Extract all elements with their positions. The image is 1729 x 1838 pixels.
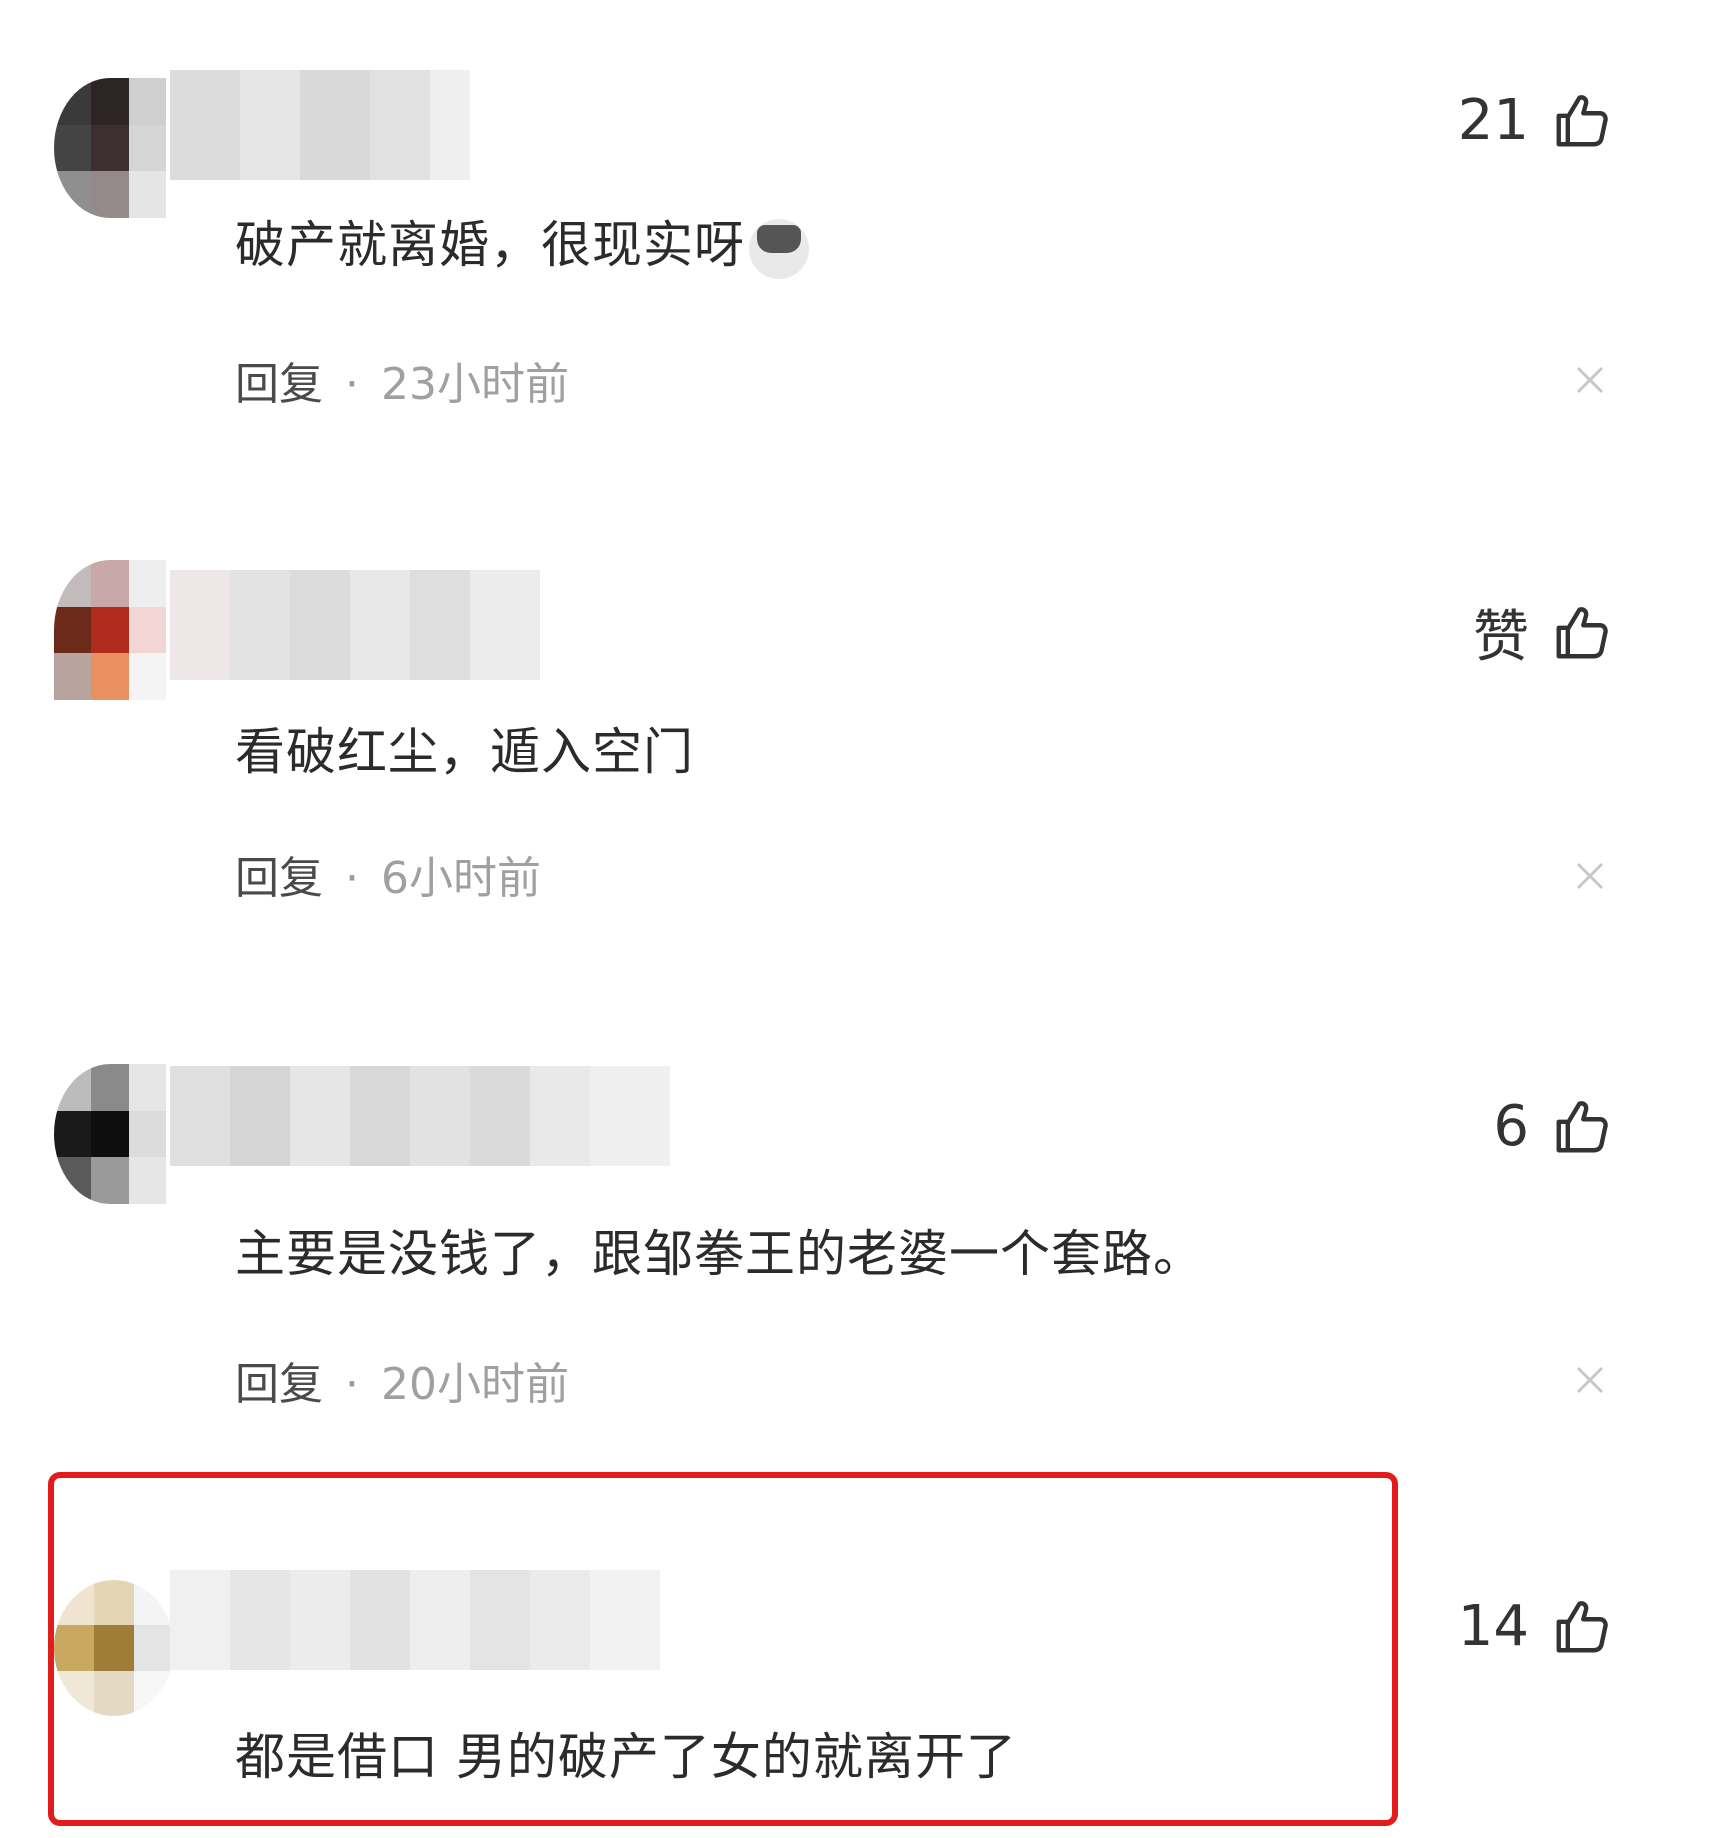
comment-text: 都是借口 男的破产了女的就离开了 — [235, 1728, 1017, 1786]
thumbs-up-icon — [1556, 1100, 1608, 1152]
close-icon[interactable] — [1572, 858, 1608, 894]
comment-time: 6小时前 — [381, 853, 541, 904]
blurred-username — [170, 570, 540, 680]
close-icon[interactable] — [1572, 1362, 1608, 1398]
reply-button[interactable]: 回复 — [235, 853, 323, 904]
like-count: 6 — [1493, 1094, 1529, 1159]
blurred-username — [170, 70, 470, 180]
like-button[interactable]: 14 — [1458, 1594, 1613, 1659]
meta-separator: · — [345, 359, 359, 410]
comment-time: 20小时前 — [381, 1359, 569, 1410]
close-icon[interactable] — [1572, 362, 1608, 398]
avatar[interactable] — [54, 1064, 166, 1204]
blurred-username — [170, 1066, 670, 1166]
like-count: 赞 — [1473, 605, 1529, 670]
avatar[interactable] — [54, 560, 166, 700]
comment-meta: 回复 · 20小时前 — [235, 1348, 569, 1412]
comment-text: 主要是没钱了，跟邹拳王的老婆一个套路。 — [235, 1225, 1204, 1283]
thumbs-up-icon — [1556, 606, 1608, 658]
comment-text: 看破红尘，遁入空门 — [235, 723, 694, 781]
like-button[interactable]: 21 — [1458, 88, 1613, 153]
reply-button[interactable]: 回复 — [235, 1359, 323, 1410]
like-button[interactable]: 赞 — [1473, 592, 1613, 673]
comment-meta: 回复 · 23小时前 — [235, 348, 569, 412]
comment-meta: 回复 · 6小时前 — [235, 842, 541, 906]
comment-text: 破产就离婚，很现实呀 — [235, 205, 809, 279]
reply-button[interactable]: 回复 — [235, 359, 323, 410]
like-count: 14 — [1457, 1594, 1529, 1659]
avatar[interactable] — [54, 78, 166, 218]
comment-time: 23小时前 — [381, 359, 569, 410]
cat-emoji-icon — [749, 218, 809, 279]
meta-separator: · — [345, 1359, 359, 1410]
like-count: 21 — [1457, 88, 1529, 153]
thumbs-up-icon — [1556, 1600, 1608, 1652]
avatar[interactable] — [54, 1580, 174, 1716]
thumbs-up-icon — [1556, 94, 1608, 146]
meta-separator: · — [345, 853, 359, 904]
blurred-username — [170, 1570, 660, 1670]
like-button[interactable]: 6 — [1493, 1094, 1613, 1159]
